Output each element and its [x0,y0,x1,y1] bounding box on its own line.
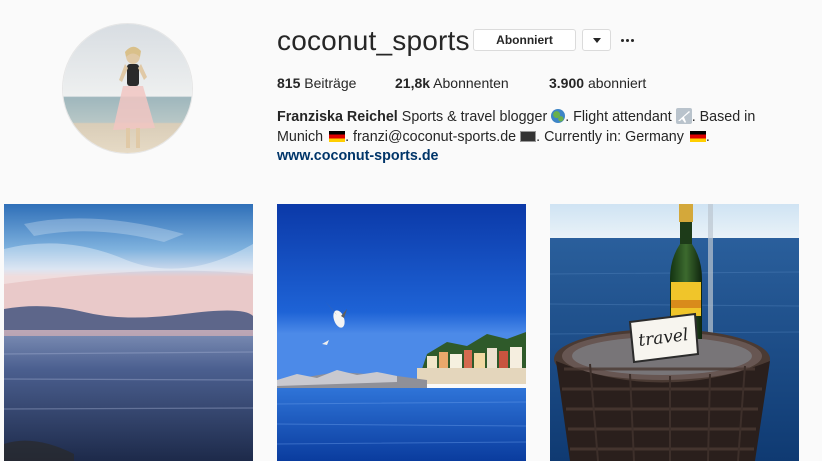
followers-count[interactable]: 21,8k Abonnenten [395,74,509,92]
suggestions-dropdown-button[interactable] [582,29,611,51]
ellipsis-icon [621,39,624,42]
profile-website-link[interactable]: www.coconut-sports.de [277,148,439,164]
posts-count-value: 815 [277,75,301,91]
travel-card: travel [628,312,700,364]
following-count[interactable]: 3.900 abonniert [549,74,646,92]
post-thumbnail[interactable]: travel [550,204,799,461]
desktop-icon [520,131,537,142]
bio-text-6: . [705,129,710,145]
profile-bio: Franziska Reichel Sports & travel blogge… [277,107,797,147]
posts-count-label: Beiträge [304,75,357,91]
profile-avatar[interactable] [62,23,193,154]
bio-text-1: Sports & travel blogger [401,109,548,125]
followers-count-label: Abonnenten [433,75,509,91]
profile-full-name: Franziska Reichel [277,109,398,125]
followers-count-value: 21,8k [395,75,431,91]
posts-count: 815 Beiträge [277,74,356,92]
chevron-down-icon [593,38,601,43]
following-button[interactable]: Abonniert [473,29,576,51]
champagne-table-image: travel [550,204,799,461]
bio-text-2: . Flight attendant [565,109,672,125]
post-thumbnail[interactable] [277,204,526,461]
harbor-seagull-image [277,204,526,461]
germany-flag-icon [329,131,346,142]
profile-username: coconut_sports [277,25,470,56]
more-options-button[interactable] [619,30,637,50]
globe-icon [551,109,566,123]
germany-flag-icon [689,131,706,142]
post-thumbnail[interactable] [4,204,253,461]
bio-text-4: . franzi@coconut-sports.de [345,129,517,145]
sunset-sea-image [4,204,253,461]
following-count-value: 3.900 [549,75,585,91]
bio-text-5: . Currently in: Germany [536,129,684,145]
following-count-label: abonniert [587,75,647,91]
airplane-icon [675,108,692,124]
